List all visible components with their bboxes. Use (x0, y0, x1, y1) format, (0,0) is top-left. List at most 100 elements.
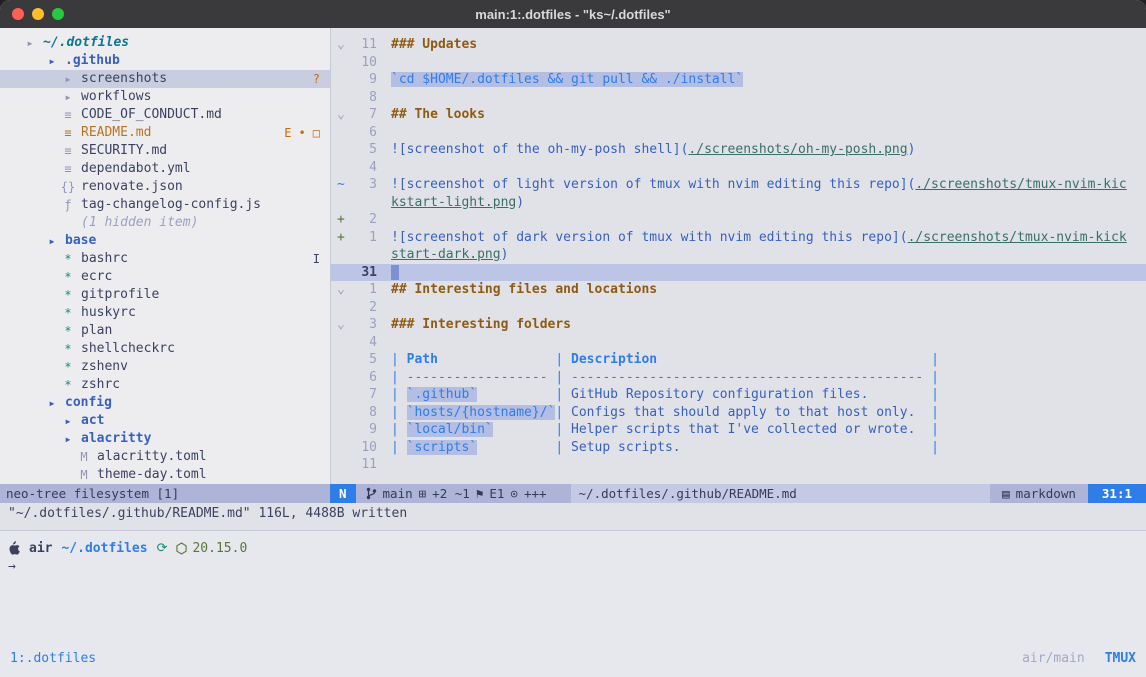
tree-item-base[interactable]: ▸base (0, 232, 330, 250)
tree-item-screenshots[interactable]: ▸screenshots? (0, 70, 330, 88)
editor-line[interactable]: +2 (331, 211, 1146, 229)
editor-line[interactable]: 6 (331, 124, 1146, 142)
window-title: main:1:.dotfiles - "ks~/.dotfiles" (0, 7, 1146, 22)
line-number: 9 (347, 71, 377, 89)
editor-line[interactable]: 2 (331, 299, 1146, 317)
gutter-sign (331, 369, 347, 387)
line-text: | `.github` | GitHub Repository configur… (377, 386, 1146, 404)
editor-line[interactable]: 9`cd $HOME/.dotfiles && git pull && ./in… (331, 71, 1146, 89)
tree-item-dependabot-yml[interactable]: ≡dependabot.yml (0, 160, 330, 178)
line-text: ### Updates (377, 36, 1146, 54)
markdown-icon (1002, 486, 1010, 501)
line-number: 3 (347, 176, 377, 194)
editor-line[interactable]: 4 (331, 334, 1146, 352)
editor-line[interactable]: ⌄7## The looks (331, 106, 1146, 124)
tree-item-act[interactable]: ▸act (0, 412, 330, 430)
shell-file-icon: * (60, 376, 76, 394)
editor-line[interactable]: 7| `.github` | GitHub Repository configu… (331, 386, 1146, 404)
editor-line[interactable]: 8 (331, 89, 1146, 107)
tree-item-ecrc[interactable]: *ecrc (0, 268, 330, 286)
tree-item-label: .github (65, 52, 120, 70)
tree-item-label: workflows (81, 88, 151, 106)
line-text (377, 159, 1146, 177)
neotree-winbar-text: neo-tree filesystem [1] (6, 486, 179, 501)
tree-item-readme-md[interactable]: ≡README.mdE•□ (0, 124, 330, 142)
line-text: ![screenshot of light version of tmux wi… (377, 176, 1146, 194)
shell-input-line[interactable]: → (8, 559, 1138, 577)
gutter-sign (331, 89, 347, 107)
line-text: ![screenshot of the oh-my-posh shell](./… (377, 141, 1146, 159)
editor-line[interactable]: 5| Path | Description | (331, 351, 1146, 369)
tree-item-code-of-conduct-md[interactable]: ≡CODE_OF_CONDUCT.md (0, 106, 330, 124)
tmux-right-status: air/main TMUX (1022, 651, 1136, 677)
editor-pane[interactable]: ⌄11### Updates109`cd $HOME/.dotfiles && … (330, 28, 1146, 484)
editor-line[interactable]: ~3![screenshot of light version of tmux … (331, 176, 1146, 194)
statusline-filepath: ~/.dotfiles/.github/README.md (571, 484, 991, 503)
editor-buffer[interactable]: ⌄11### Updates109`cd $HOME/.dotfiles && … (331, 36, 1146, 474)
tree-item-config[interactable]: ▸config (0, 394, 330, 412)
filetype-label: markdown (1016, 486, 1076, 501)
tree-item-shellcheckrc[interactable]: *shellcheckrc (0, 340, 330, 358)
tree-item-plan[interactable]: *plan (0, 322, 330, 340)
badge-group: I (313, 250, 320, 268)
markdown-file-icon: ≡ (60, 124, 76, 142)
prompt-host: air (29, 541, 52, 556)
editor-line[interactable]: +1![screenshot of dark version of tmux w… (331, 229, 1146, 247)
close-button[interactable] (12, 8, 24, 20)
gutter-sign (331, 386, 347, 404)
tree-item-alacritty-toml[interactable]: Malacritty.toml (0, 448, 330, 466)
tree-item-alacritty[interactable]: ▸alacritty (0, 430, 330, 448)
tree-item-zshrc[interactable]: * zshrc (0, 376, 330, 394)
gutter-sign (331, 194, 347, 212)
tree-item-label: zshrc (81, 376, 120, 394)
statusline-git-section: main +2 ~1 E1 +++ (356, 484, 571, 503)
editor-line[interactable]: 31 (331, 264, 1146, 282)
minimize-button[interactable] (32, 8, 44, 20)
editor-line[interactable]: ⌄11### Updates (331, 36, 1146, 54)
tree-item-1-hidden-item[interactable]: (1 hidden item) (0, 214, 330, 232)
gutter-sign (331, 351, 347, 369)
git-branch-icon (366, 487, 377, 500)
tree-item-label: (1 hidden item) (81, 214, 198, 232)
editor-line[interactable]: 8| `hosts/{hostname}/`| Configs that sho… (331, 404, 1146, 422)
editor-line[interactable]: ⌄1## Interesting files and locations (331, 281, 1146, 299)
line-number: 3 (347, 316, 377, 334)
line-number: 11 (347, 456, 377, 474)
tree-item-dotfiles[interactable]: ▸~/.dotfiles (0, 34, 330, 52)
tree-item-zshenv[interactable]: *zshenv (0, 358, 330, 376)
window-titlebar[interactable]: main:1:.dotfiles - "ks~/.dotfiles" (0, 0, 1146, 28)
neotree-winbar: neo-tree filesystem [1] (0, 484, 330, 503)
editor-line[interactable]: 10| `scripts` | Setup scripts. | (331, 439, 1146, 457)
editor-line[interactable]: 5![screenshot of the oh-my-posh shell](.… (331, 141, 1146, 159)
gutter-sign (331, 334, 347, 352)
shell-pane[interactable]: air ~/.dotfiles 20.15.0 → (0, 531, 1146, 644)
tree-item-workflows[interactable]: ▸workflows (0, 88, 330, 106)
gutter-sign: ⌄ (331, 36, 347, 54)
tmux-label: TMUX (1105, 651, 1136, 677)
editor-line[interactable]: kstart-light.png) (331, 194, 1146, 212)
editor-line[interactable]: start-dark.png) (331, 246, 1146, 264)
zoom-button[interactable] (52, 8, 64, 20)
gutter-sign: + (331, 229, 347, 247)
tree-item-huskyrc[interactable]: *huskyrc (0, 304, 330, 322)
line-text: start-dark.png) (377, 246, 1146, 264)
tree-item-tag-changelog-config-js[interactable]: ƒtag-changelog-config.js (0, 196, 330, 214)
tree-item-bashrc[interactable]: *bashrcI (0, 250, 330, 268)
tree-item-gitprofile[interactable]: *gitprofile (0, 286, 330, 304)
editor-line[interactable]: ⌄3### Interesting folders (331, 316, 1146, 334)
node-version: 20.15.0 (176, 541, 247, 556)
tmux-window-tab[interactable]: 1:.dotfiles (10, 651, 96, 677)
editor-line[interactable]: 6| ------------------ | ----------------… (331, 369, 1146, 387)
tree-item-security-md[interactable]: ≡SECURITY.md (0, 142, 330, 160)
tree-item-theme-day-toml[interactable]: Mtheme-day.toml (0, 466, 330, 484)
tree-item-github[interactable]: ▸.github (0, 52, 330, 70)
line-text: ## Interesting files and locations (377, 281, 1146, 299)
markdown-file-icon: ≡ (60, 106, 76, 124)
editor-line[interactable]: 11 (331, 456, 1146, 474)
line-number: 5 (347, 351, 377, 369)
editor-line[interactable]: 10 (331, 54, 1146, 72)
tree-item-renovate-json[interactable]: {}renovate.json (0, 178, 330, 196)
diagnostics-count: E1 (489, 486, 504, 501)
editor-line[interactable]: 4 (331, 159, 1146, 177)
editor-line[interactable]: 9| `local/bin` | Helper scripts that I'v… (331, 421, 1146, 439)
